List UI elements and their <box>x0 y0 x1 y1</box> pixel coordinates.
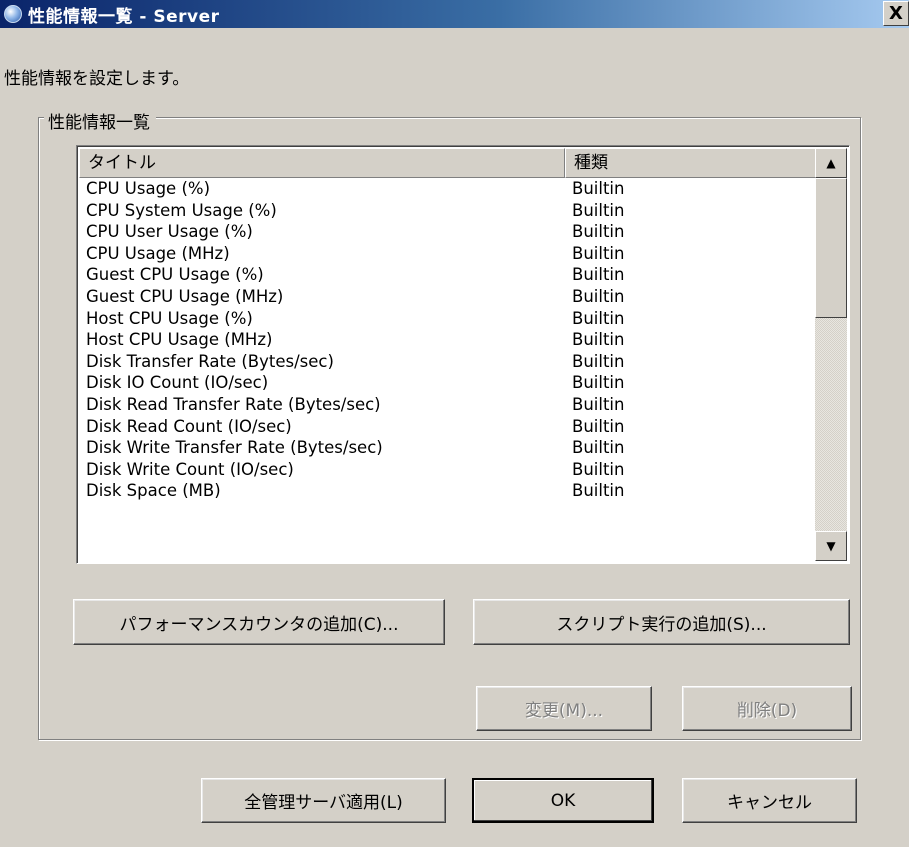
list-header: タイトル 種類 <box>79 148 817 178</box>
dialog-window: 性能情報一覧 - Server X 性能情報を設定します。 性能情報一覧 タイト… <box>0 0 909 847</box>
list-item[interactable]: Guest CPU Usage (MHz) Builtin <box>79 286 817 308</box>
list-item-title: Disk Write Count (IO/sec) <box>86 459 294 479</box>
list-item-title: Host CPU Usage (MHz) <box>86 330 273 350</box>
list-item-title: Disk Space (MB) <box>86 481 221 501</box>
list-item-title: Disk Read Transfer Rate (Bytes/sec) <box>86 394 381 414</box>
list-item-title: Disk Write Transfer Rate (Bytes/sec) <box>86 438 383 458</box>
list-item-title: CPU System Usage (%) <box>86 200 277 220</box>
list-item-title: CPU Usage (%) <box>86 179 210 198</box>
list-item-type: Builtin <box>572 416 625 436</box>
list-item-type: Builtin <box>572 200 625 220</box>
list-item-title: Disk Transfer Rate (Bytes/sec) <box>86 351 334 371</box>
list-item-title: Host CPU Usage (%) <box>86 308 253 328</box>
list-item[interactable]: Disk Write Transfer Rate (Bytes/sec) Buil… <box>79 437 817 459</box>
list-item-title: CPU User Usage (%) <box>86 222 253 242</box>
list-item-type: Builtin <box>572 179 625 198</box>
list-item-title: Disk IO Count (IO/sec) <box>86 373 269 393</box>
list-item-type: Builtin <box>572 286 625 306</box>
list-item-type: Builtin <box>572 459 625 479</box>
list-item-type: Builtin <box>572 351 625 371</box>
app-icon <box>4 5 22 23</box>
performance-list[interactable]: タイトル 種類 CPU Usage (%) Builtin CPU System U… <box>76 145 850 564</box>
list-item[interactable]: CPU Usage (%) Builtin <box>79 178 817 200</box>
list-item-type: Builtin <box>572 308 625 328</box>
list-item-type: Builtin <box>572 373 625 393</box>
list-item[interactable]: Disk Read Transfer Rate (Bytes/sec) Built… <box>79 394 817 416</box>
list-item[interactable]: Disk Transfer Rate (Bytes/sec) Builtin <box>79 351 817 373</box>
list-item[interactable]: Guest CPU Usage (%) Builtin <box>79 264 817 286</box>
list-item[interactable]: Host CPU Usage (MHz) Builtin <box>79 329 817 351</box>
list-item[interactable]: Disk Write Count (IO/sec) Builtin <box>79 459 817 481</box>
arrow-down-icon: ▼ <box>826 539 836 553</box>
column-header-type[interactable]: 種類 <box>565 148 817 178</box>
list-item-title: Disk Read Count (IO/sec) <box>86 416 292 436</box>
list-body: CPU Usage (%) Builtin CPU System Usage (%)… <box>79 178 817 502</box>
scroll-up-button[interactable]: ▲ <box>815 148 847 178</box>
window-title: 性能情報一覧 - Server <box>28 6 220 27</box>
ok-button[interactable]: OK <box>472 778 654 823</box>
list-item[interactable]: Disk Read Count (IO/sec) Builtin <box>79 416 817 438</box>
list-item-title: CPU Usage (MHz) <box>86 243 230 263</box>
list-item-type: Builtin <box>572 394 625 414</box>
list-item-title: Guest CPU Usage (MHz) <box>86 286 284 306</box>
list-item-type: Builtin <box>572 330 625 350</box>
scroll-thumb[interactable] <box>815 178 847 318</box>
list-item-title: Guest CPU Usage (%) <box>86 265 264 285</box>
list-item-type: Builtin <box>572 243 625 263</box>
dialog-description: 性能情報を設定します。 <box>4 69 190 89</box>
title-bar[interactable]: 性能情報一覧 - Server X <box>0 0 909 28</box>
list-item[interactable]: Host CPU Usage (%) Builtin <box>79 308 817 330</box>
list-item-type: Builtin <box>572 481 625 501</box>
delete-button[interactable]: 削除(D) <box>682 686 852 731</box>
list-item-type: Builtin <box>572 265 625 285</box>
cancel-button[interactable]: キャンセル <box>682 778 857 823</box>
scroll-down-button[interactable]: ▼ <box>815 531 847 561</box>
column-header-title[interactable]: タイトル <box>79 148 565 178</box>
list-item[interactable]: CPU Usage (MHz) Builtin <box>79 243 817 265</box>
vertical-scrollbar[interactable]: ▲ ▼ <box>815 148 847 561</box>
list-item[interactable]: Disk Space (MB) Builtin <box>79 480 817 502</box>
list-item-type: Builtin <box>572 438 625 458</box>
list-item[interactable]: CPU System Usage (%) Builtin <box>79 200 817 222</box>
list-item[interactable]: CPU User Usage (%) Builtin <box>79 221 817 243</box>
modify-button[interactable]: 変更(M)... <box>476 686 652 731</box>
apply-all-servers-button[interactable]: 全管理サーバ適用(L) <box>201 778 446 823</box>
arrow-up-icon: ▲ <box>826 156 836 170</box>
add-performance-counter-button[interactable]: パフォーマンスカウンタの追加(C)... <box>73 599 445 645</box>
close-button[interactable]: X <box>883 1 909 26</box>
list-item-type: Builtin <box>572 222 625 242</box>
list-item[interactable]: Disk IO Count (IO/sec) Builtin <box>79 372 817 394</box>
add-script-execution-button[interactable]: スクリプト実行の追加(S)... <box>473 599 850 645</box>
group-box-label: 性能情報一覧 <box>44 108 156 133</box>
